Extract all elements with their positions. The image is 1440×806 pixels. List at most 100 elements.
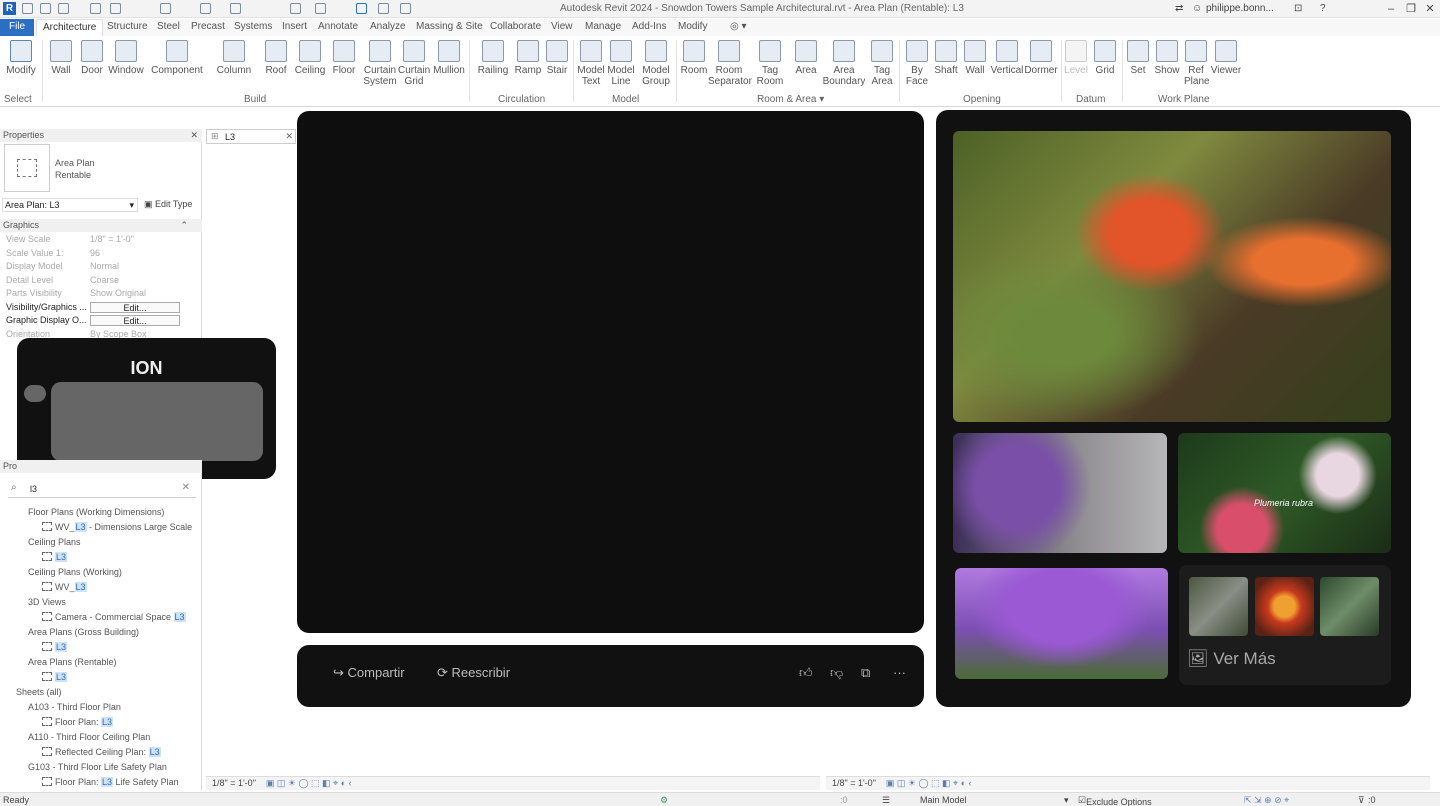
wall-button[interactable]: Wall [46, 40, 76, 76]
redo-icon[interactable] [110, 3, 121, 14]
by-face-button[interactable]: By Face [904, 40, 930, 87]
panel-room-area-label[interactable]: Room & Area ▾ [757, 94, 824, 105]
column-button[interactable]: Column [214, 40, 254, 76]
ion-panel[interactable] [51, 382, 263, 461]
close-icon[interactable]: ✕ [190, 130, 198, 141]
tab-analyze[interactable]: Analyze [370, 21, 406, 32]
view-controls-icon[interactable]: ▣ ◫ ☀ ◯ ⬚ ◧ ⌖ ◐ ‹ [886, 778, 972, 788]
door-button[interactable]: Door [78, 40, 106, 76]
worksharing-icon[interactable]: ⚙ [660, 795, 668, 806]
tree-group[interactable]: A103 - Third Floor Plan [28, 702, 121, 712]
help-icon[interactable]: ? [1320, 3, 1326, 14]
user-icon[interactable]: ☺ [1192, 3, 1202, 14]
viewer-button[interactable]: Viewer [1210, 40, 1242, 76]
tree-group[interactable]: Area Plans (Gross Building) [28, 627, 139, 637]
view-tab-l3[interactable]: ⊞ L3 ✕ [206, 129, 296, 144]
thumb-fern[interactable] [1320, 577, 1379, 636]
tree-group[interactable]: Ceiling Plans [28, 537, 81, 547]
filter-icon[interactable]: ⊽ [1358, 795, 1365, 806]
roof-button[interactable]: Roof [262, 40, 290, 76]
more-images-card[interactable]: 🖼︎ Ver Más [1179, 565, 1391, 685]
tab-massing-site[interactable]: Massing & Site [416, 21, 483, 32]
area-boundary-button[interactable]: Area Boundary [822, 40, 866, 87]
model-group-button[interactable]: Model Group [640, 40, 672, 87]
view-scale-label[interactable]: 1/8" = 1'-0" [832, 778, 876, 788]
selection-settings-icon[interactable]: ⇱ ⇲ ⊕ ⊘ ⌖ [1244, 795, 1289, 806]
thin-lines-icon[interactable] [356, 3, 367, 14]
revit-logo[interactable]: R [3, 2, 16, 15]
edit-button[interactable]: Edit... [90, 315, 180, 326]
edit-button[interactable]: Edit... [90, 301, 180, 313]
property-row[interactable]: Visibility/Graphics ... Edit... [4, 301, 194, 315]
curtain-system-button[interactable]: Curtain System [362, 40, 398, 87]
tree-item[interactable]: L3 [42, 672, 68, 682]
gallery-image-building[interactable] [953, 433, 1167, 553]
room-button[interactable]: Room [680, 40, 708, 76]
sync-icon[interactable] [58, 3, 69, 14]
tab-steel[interactable]: Steel [157, 21, 180, 32]
property-row[interactable]: Parts Visibility Show Original [4, 288, 194, 301]
tree-group[interactable]: Ceiling Plans (Working) [28, 567, 122, 577]
property-row[interactable]: Detail Level Coarse [4, 275, 194, 288]
close-icon[interactable]: ✕ [285, 131, 293, 142]
chevron-down-icon[interactable]: ▾ [1064, 795, 1069, 806]
switch-windows-icon[interactable] [400, 3, 411, 14]
ion-toggle[interactable] [24, 385, 46, 402]
room-separator-button[interactable]: Room Separator [708, 40, 752, 87]
thumbs-up-icon[interactable]: 👍︎ [799, 665, 813, 681]
vertical-button[interactable]: Vertical [990, 40, 1024, 76]
wall-opening-button[interactable]: Wall [962, 40, 988, 76]
property-row[interactable]: Scale Value 1: 96 [4, 248, 194, 261]
show-button[interactable]: Show [1154, 40, 1180, 76]
level-button[interactable]: Level [1064, 40, 1088, 76]
thumb-marigold[interactable] [1255, 577, 1314, 636]
tab-manage[interactable]: Manage [585, 21, 621, 32]
component-button[interactable]: Component [150, 40, 204, 76]
area-button[interactable]: Area [792, 40, 820, 76]
mullion-button[interactable]: Mullion [432, 40, 466, 76]
tag-area-button[interactable]: Tag Area [870, 40, 894, 87]
window-button[interactable]: Window [108, 40, 144, 76]
railing-button[interactable]: Railing [476, 40, 510, 76]
rewrite-button[interactable]: ⟳ Reescribir [437, 665, 510, 681]
exclude-options-checkbox[interactable]: ☑ Exclude Options [1078, 795, 1152, 806]
restore-icon[interactable]: ❐ [1404, 2, 1418, 16]
see-more-link[interactable]: 🖼︎ Ver Más [1187, 649, 1276, 669]
tree-item[interactable]: L3 [42, 642, 68, 652]
browser-search[interactable]: ⌕ l3 ✕ [8, 480, 196, 498]
ref-plane-button[interactable]: Ref Plane [1184, 40, 1210, 87]
tree-item[interactable]: WV_L3 - Dimensions Large Scale [42, 522, 192, 532]
tab-collaborate[interactable]: Collaborate [490, 21, 541, 32]
tree-group[interactable]: Sheets (all) [16, 687, 62, 697]
3d-view-icon[interactable] [315, 3, 326, 14]
instance-selector[interactable]: Area Plan: L3 ▾ [2, 198, 138, 212]
tab-structure[interactable]: Structure [107, 21, 148, 32]
save-icon[interactable] [40, 3, 51, 14]
tab-architecture[interactable]: Architecture [36, 19, 104, 37]
tab-file[interactable]: File [0, 19, 35, 36]
ceiling-button[interactable]: Ceiling [294, 40, 326, 76]
print-icon[interactable] [160, 3, 171, 14]
curtain-grid-button[interactable]: Curtain Grid [398, 40, 430, 87]
gallery-image-main[interactable] [953, 131, 1391, 422]
thumb-succulent[interactable] [1189, 577, 1248, 636]
user-name[interactable]: philippe.bonn... [1206, 3, 1274, 14]
stair-button[interactable]: Stair [544, 40, 570, 76]
open-icon[interactable] [22, 3, 33, 14]
tree-item[interactable]: Camera - Commercial Space L3 [42, 612, 186, 622]
minimize-icon[interactable]: – [1384, 2, 1398, 16]
tree-group[interactable]: G103 - Third Floor Life Safety Plan [28, 762, 167, 772]
undo-icon[interactable] [90, 3, 101, 14]
cart-icon[interactable]: ⊡ [1294, 3, 1302, 14]
property-row[interactable]: View Scale 1/8" = 1'-0" [4, 234, 194, 247]
tab-modify[interactable]: Modify [678, 21, 707, 32]
tree-item[interactable]: Reflected Ceiling Plan: L3 [42, 747, 161, 757]
tab-insert[interactable]: Insert [282, 21, 307, 32]
tree-item[interactable]: Floor Plan: L3 [42, 717, 114, 727]
close-hidden-icon[interactable] [378, 3, 389, 14]
tab-precast[interactable]: Precast [191, 21, 225, 32]
model-text-button[interactable]: Model Text [576, 40, 606, 87]
tree-group[interactable]: Area Plans (Rentable) [28, 657, 117, 667]
shaft-button[interactable]: Shaft [932, 40, 960, 76]
grid-button[interactable]: Grid [1092, 40, 1118, 76]
